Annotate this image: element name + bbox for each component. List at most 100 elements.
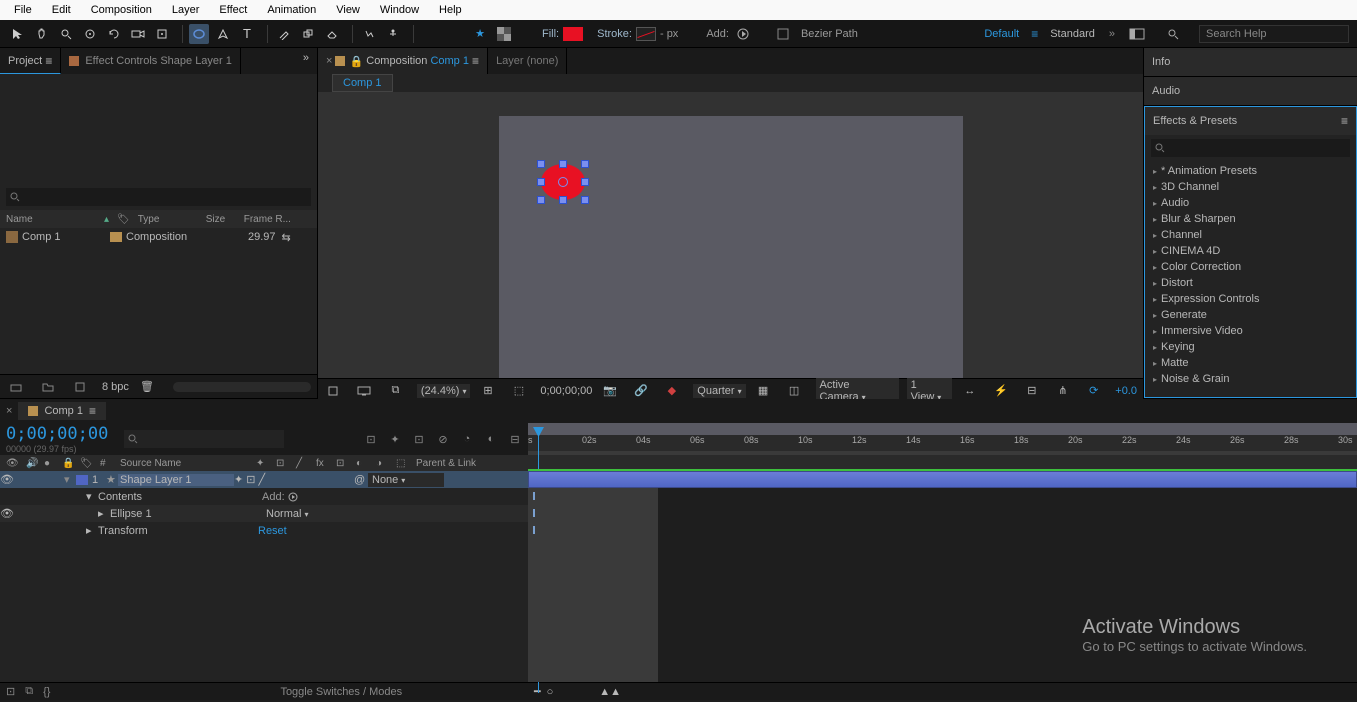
tab-effect-controls[interactable]: Effect Controls Shape Layer 1: [61, 48, 241, 74]
fill-label[interactable]: Fill:: [542, 28, 559, 40]
panel-audio[interactable]: Audio: [1144, 77, 1357, 105]
switch-quality-icon[interactable]: ╱: [296, 458, 310, 469]
orbit-tool-icon[interactable]: [80, 24, 100, 44]
label-swatch[interactable]: [110, 232, 122, 242]
composition-viewer[interactable]: [318, 92, 1143, 378]
stroke-px[interactable]: - px: [660, 28, 678, 40]
menu-window[interactable]: Window: [370, 2, 429, 18]
new-folder-icon[interactable]: [38, 377, 58, 397]
flowchart-icon[interactable]: ⋔: [1053, 381, 1072, 401]
effects-category[interactable]: Color Correction: [1145, 259, 1356, 275]
selection-tool-icon[interactable]: [8, 24, 28, 44]
speaker-col-icon[interactable]: 🔊: [26, 458, 38, 469]
project-search[interactable]: [6, 188, 311, 206]
help-search-input[interactable]: Search Help: [1199, 25, 1349, 43]
reset-exposure-icon[interactable]: ⟳: [1084, 381, 1103, 401]
project-item-comp1[interactable]: Comp 1 Composition 29.97 ⇆: [0, 228, 317, 246]
source-col[interactable]: Source Name: [120, 458, 250, 469]
effects-category[interactable]: * Animation Presets: [1145, 163, 1356, 179]
star-icon[interactable]: ★: [470, 24, 490, 44]
layer-transform[interactable]: ▸ Transform Reset: [0, 522, 528, 539]
snapshot-icon[interactable]: 📷: [600, 381, 619, 401]
clone-tool-icon[interactable]: [298, 24, 318, 44]
col-name[interactable]: Name: [6, 214, 96, 225]
fast-preview-icon[interactable]: ⚡: [991, 381, 1010, 401]
monitor-icon[interactable]: [355, 381, 374, 401]
solo-col-icon[interactable]: ●: [44, 458, 56, 469]
panel-info[interactable]: Info: [1144, 48, 1357, 76]
eye-col-icon[interactable]: 👁: [6, 458, 20, 469]
layer-shape-1[interactable]: 👁 ▾ 1 ★ Shape Layer 1 ✦⊡╱ @ None: [0, 471, 528, 488]
timeline-search[interactable]: [124, 430, 284, 448]
add-button-icon[interactable]: [733, 24, 753, 44]
lock-col-icon[interactable]: 🔒: [62, 458, 74, 469]
layer-label[interactable]: [76, 475, 88, 485]
rgb-icon[interactable]: ◆: [662, 381, 681, 401]
handle-tc[interactable]: [559, 160, 567, 168]
parent-col[interactable]: Parent & Link: [416, 458, 516, 469]
effects-category[interactable]: Immersive Video: [1145, 323, 1356, 339]
menu-view[interactable]: View: [326, 2, 370, 18]
switch-frameblend-icon[interactable]: ⊡: [336, 458, 350, 469]
res-icon[interactable]: ⊞: [478, 381, 497, 401]
comp-mini-icon[interactable]: ⊡: [364, 432, 378, 446]
panel-toggle-icon[interactable]: [1127, 24, 1147, 44]
text-tool-icon[interactable]: T: [237, 24, 257, 44]
tab-layer-viewer[interactable]: Layer (none): [488, 48, 567, 74]
effects-category[interactable]: Expression Controls: [1145, 291, 1356, 307]
roto-tool-icon[interactable]: [359, 24, 379, 44]
effects-category[interactable]: Distort: [1145, 275, 1356, 291]
menu-layer[interactable]: Layer: [162, 2, 210, 18]
layer-contents[interactable]: ▾ Contents Add:: [0, 488, 528, 505]
effects-category[interactable]: CINEMA 4D: [1145, 243, 1356, 259]
puppet-tool-icon[interactable]: [383, 24, 403, 44]
sort-icon[interactable]: ▴: [104, 214, 109, 225]
mask-icon[interactable]: ◫: [785, 381, 804, 401]
col-type[interactable]: Type: [138, 214, 198, 225]
panel-menu-icon[interactable]: ≡: [1341, 114, 1348, 128]
exposure-value[interactable]: +0.0: [1115, 385, 1137, 397]
stroke-label[interactable]: Stroke:: [597, 28, 632, 40]
hand-tool-icon[interactable]: [32, 24, 52, 44]
switch-mblur-icon[interactable]: ◐: [356, 458, 370, 469]
graph-editor-icon[interactable]: ◔: [460, 432, 474, 446]
zoom-dropdown[interactable]: (24.4%): [417, 384, 471, 398]
roi-icon[interactable]: ⬚: [509, 381, 528, 401]
handle-ml[interactable]: [537, 178, 545, 186]
effects-category[interactable]: 3D Channel: [1145, 179, 1356, 195]
keyframe-marker[interactable]: [533, 509, 535, 517]
parent-dropdown[interactable]: None: [368, 473, 444, 487]
bezier-checkbox[interactable]: [773, 24, 793, 44]
chevrons-icon[interactable]: »: [1109, 28, 1115, 40]
panel-overflow-icon[interactable]: »: [295, 48, 317, 74]
menu-edit[interactable]: Edit: [42, 2, 81, 18]
footer-icon2[interactable]: ⧉: [25, 685, 33, 698]
layer-ellipse[interactable]: 👁 ▸ Ellipse 1 Normal: [0, 505, 528, 522]
effects-category[interactable]: Audio: [1145, 195, 1356, 211]
timeline-icon[interactable]: ⊟: [1022, 381, 1041, 401]
zoom-tool-icon[interactable]: [56, 24, 76, 44]
switch-3d-icon[interactable]: ⬚: [396, 458, 410, 469]
switch-fx-icon[interactable]: fx: [316, 458, 330, 469]
num-col[interactable]: #: [100, 458, 114, 469]
rotate-tool-icon[interactable]: [104, 24, 124, 44]
toggle-switches[interactable]: Toggle Switches / Modes: [280, 686, 402, 698]
effects-category[interactable]: Channel: [1145, 227, 1356, 243]
workspace-default[interactable]: Default: [984, 28, 1019, 40]
anchor-point-icon[interactable]: [558, 177, 568, 187]
draft3d-icon[interactable]: ◐: [484, 432, 498, 446]
pan-behind-tool-icon[interactable]: [152, 24, 172, 44]
flow-icon[interactable]: ⇆: [282, 231, 291, 244]
current-timecode[interactable]: 0;00;00;00: [6, 424, 108, 444]
tag-icon[interactable]: 🏷: [117, 214, 130, 225]
menu-file[interactable]: File: [4, 2, 42, 18]
timeline-tab-comp1[interactable]: Comp 1≡: [18, 402, 106, 420]
checker-icon[interactable]: [494, 24, 514, 44]
twirl-icon[interactable]: ▾: [64, 473, 76, 486]
quality-dropdown[interactable]: Quarter: [693, 384, 745, 398]
work-area-bar[interactable]: [528, 423, 1357, 435]
tab-composition[interactable]: × 🔒 Composition Comp 1 ≡: [318, 48, 488, 74]
motion-blur-icon[interactable]: ⊘: [436, 432, 450, 446]
fill-swatch[interactable]: [563, 27, 583, 41]
close-tab-icon[interactable]: ×: [6, 405, 12, 417]
